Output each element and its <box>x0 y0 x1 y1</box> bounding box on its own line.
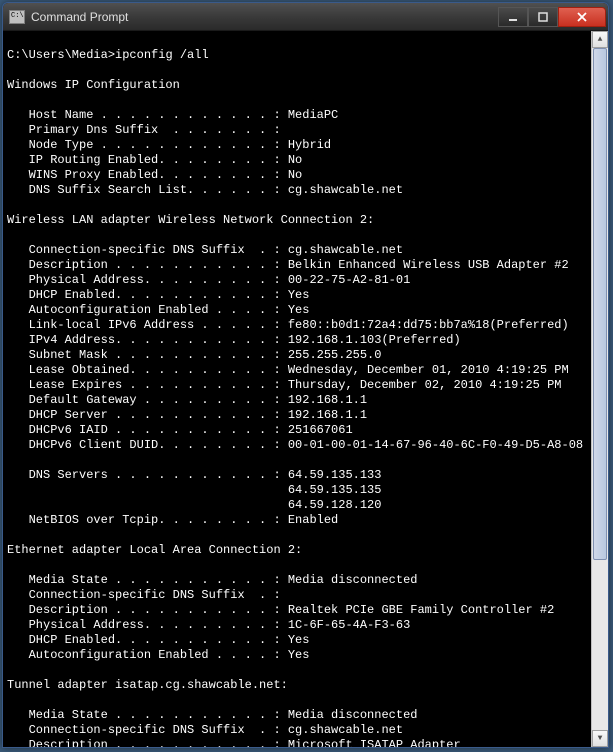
wlan-netbios: NetBIOS over Tcpip. . . . . . . . : Enab… <box>7 513 338 527</box>
prompt: C:\Users\Media> <box>7 48 115 62</box>
eth-autoconfig: Autoconfiguration Enabled . . . . : Yes <box>7 648 309 662</box>
maximize-icon <box>538 12 548 22</box>
tunnel-description: Description . . . . . . . . . . . : Micr… <box>7 738 461 747</box>
eth-header: Ethernet adapter Local Area Connection 2… <box>7 543 302 557</box>
command-text: ipconfig /all <box>115 48 209 62</box>
scrollbar-track[interactable] <box>592 48 608 730</box>
close-icon <box>576 12 588 22</box>
node-type: Node Type . . . . . . . . . . . . : Hybr… <box>7 138 331 152</box>
minimize-button[interactable] <box>498 7 528 27</box>
scrollbar-thumb[interactable] <box>593 48 607 560</box>
wlan-lease-expires: Lease Expires . . . . . . . . . . : Thur… <box>7 378 562 392</box>
wlan-physical-address: Physical Address. . . . . . . . . : 00-2… <box>7 273 410 287</box>
scroll-down-button[interactable]: ▼ <box>592 730 608 747</box>
command-prompt-window: Command Prompt C:\Users\Media>ipconfig /… <box>2 2 609 748</box>
maximize-button[interactable] <box>528 7 558 27</box>
wlan-description: Description . . . . . . . . . . . : Belk… <box>7 258 569 272</box>
dns-suffix-search: DNS Suffix Search List. . . . . . : cg.s… <box>7 183 403 197</box>
prompt-line: C:\Users\Media>ipconfig /all <box>7 48 209 62</box>
wlan-dhcp-enabled: DHCP Enabled. . . . . . . . . . . : Yes <box>7 288 309 302</box>
terminal-output: C:\Users\Media>ipconfig /all Windows IP … <box>7 33 588 747</box>
wlan-dns-2: 64.59.135.135 <box>7 483 381 497</box>
wlan-ipv4: IPv4 Address. . . . . . . . . . . : 192.… <box>7 333 461 347</box>
tunnel-media-state: Media State . . . . . . . . . . . : Medi… <box>7 708 417 722</box>
close-button[interactable] <box>558 7 606 27</box>
wins-proxy: WINS Proxy Enabled. . . . . . . . : No <box>7 168 302 182</box>
cmd-icon <box>9 10 25 24</box>
terminal-area[interactable]: C:\Users\Media>ipconfig /all Windows IP … <box>3 31 608 747</box>
wlan-dns-3: 64.59.128.120 <box>7 498 381 512</box>
wlan-autoconfig: Autoconfiguration Enabled . . . . : Yes <box>7 303 309 317</box>
titlebar[interactable]: Command Prompt <box>3 3 608 31</box>
primary-dns-suffix: Primary Dns Suffix . . . . . . . : <box>7 123 281 137</box>
wlan-lease-obtained: Lease Obtained. . . . . . . . . . : Wedn… <box>7 363 569 377</box>
wlan-conn-dns: Connection-specific DNS Suffix . : cg.sh… <box>7 243 403 257</box>
section-header: Windows IP Configuration <box>7 78 180 92</box>
eth-description: Description . . . . . . . . . . . : Real… <box>7 603 554 617</box>
eth-conn-dns: Connection-specific DNS Suffix . : <box>7 588 281 602</box>
wlan-link-local-ipv6: Link-local IPv6 Address . . . . . : fe80… <box>7 318 569 332</box>
tunnel-header: Tunnel adapter isatap.cg.shawcable.net: <box>7 678 288 692</box>
host-name: Host Name . . . . . . . . . . . . : Medi… <box>7 108 338 122</box>
window-title: Command Prompt <box>31 10 498 24</box>
wlan-dhcpv6-iaid: DHCPv6 IAID . . . . . . . . . . . : 2516… <box>7 423 353 437</box>
wlan-header: Wireless LAN adapter Wireless Network Co… <box>7 213 374 227</box>
wlan-subnet: Subnet Mask . . . . . . . . . . . : 255.… <box>7 348 381 362</box>
wlan-dhcpv6-duid: DHCPv6 Client DUID. . . . . . . . : 00-0… <box>7 438 583 452</box>
wlan-dns-servers: DNS Servers . . . . . . . . . . . : 64.5… <box>7 468 381 482</box>
wlan-dhcp-server: DHCP Server . . . . . . . . . . . : 192.… <box>7 408 367 422</box>
ip-routing: IP Routing Enabled. . . . . . . . : No <box>7 153 302 167</box>
window-controls <box>498 7 606 27</box>
minimize-icon <box>508 12 518 22</box>
eth-media-state: Media State . . . . . . . . . . . : Medi… <box>7 573 417 587</box>
eth-physical-address: Physical Address. . . . . . . . . : 1C-6… <box>7 618 410 632</box>
wlan-gateway: Default Gateway . . . . . . . . . : 192.… <box>7 393 367 407</box>
eth-dhcp: DHCP Enabled. . . . . . . . . . . : Yes <box>7 633 309 647</box>
tunnel-conn-dns: Connection-specific DNS Suffix . : cg.sh… <box>7 723 403 737</box>
scroll-up-button[interactable]: ▲ <box>592 31 608 48</box>
vertical-scrollbar[interactable]: ▲ ▼ <box>591 31 608 747</box>
